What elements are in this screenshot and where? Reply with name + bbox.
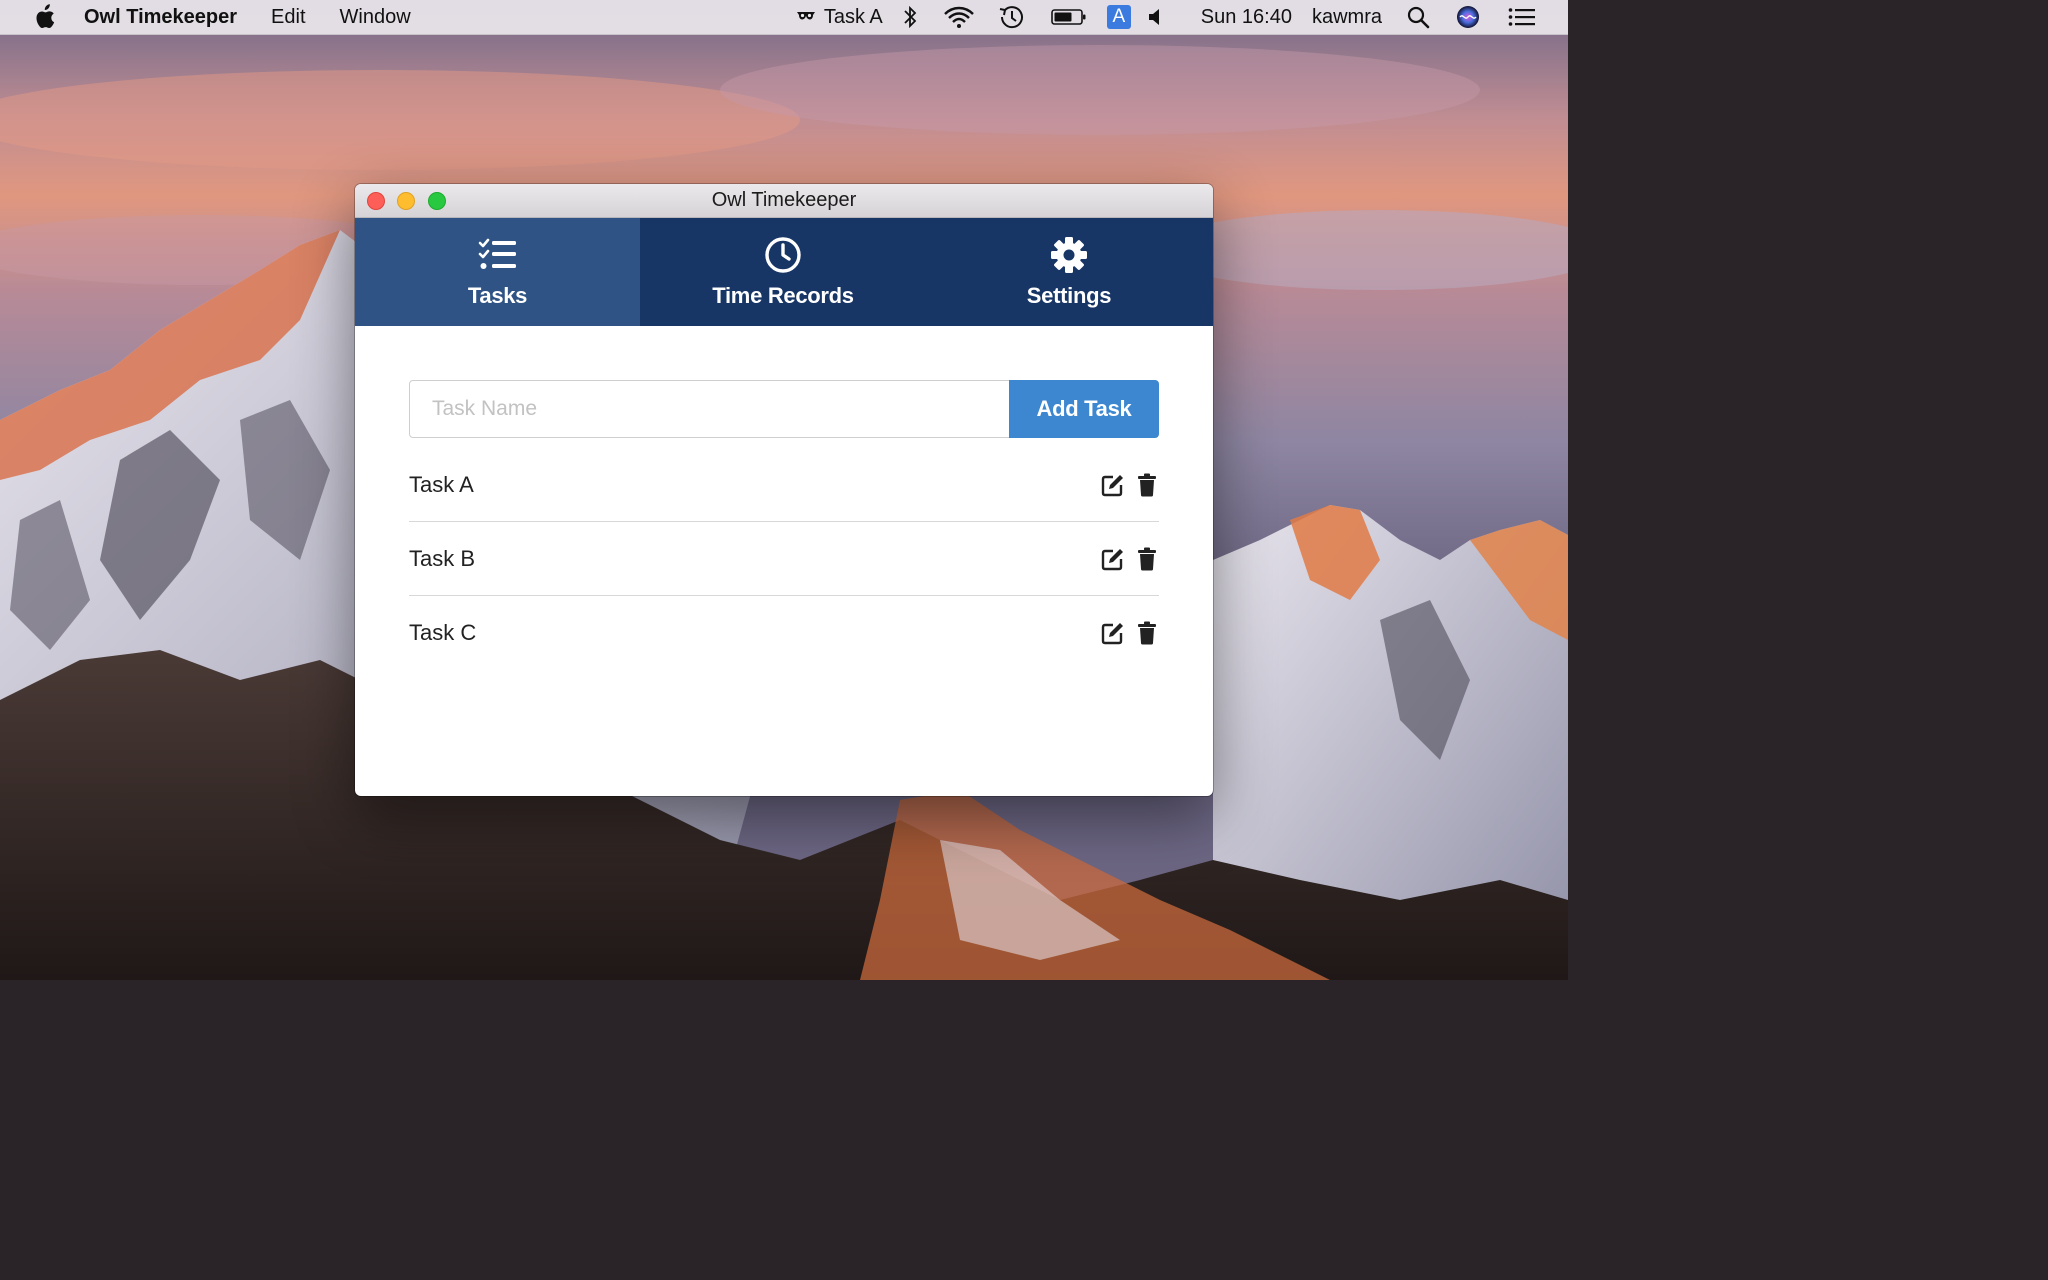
trash-icon[interactable] [1135,473,1159,497]
edit-icon[interactable] [1101,473,1125,497]
tab-time-records[interactable]: Time Records [640,218,926,326]
task-row: Task A [409,448,1159,522]
menu-window[interactable]: Window [340,6,411,29]
tab-bar: Tasks Time Records Settings [355,218,1213,326]
trash-icon[interactable] [1135,547,1159,571]
app-window: Owl Timekeeper Tasks Time Records Settin… [355,184,1213,796]
tab-tasks-label: Tasks [467,283,528,308]
add-task-button[interactable]: Add Task [1009,380,1159,438]
trash-icon[interactable] [1135,621,1159,645]
task-row: Task C [409,596,1159,669]
tab-time-records-label: Time Records [712,283,854,308]
task-name-input[interactable] [409,380,1009,438]
edit-icon[interactable] [1101,547,1125,571]
bluetooth-icon[interactable] [903,0,917,34]
tab-tasks[interactable]: Tasks [355,218,640,326]
task-row: Task B [409,522,1159,596]
menu-edit[interactable]: Edit [271,6,305,29]
battery-icon[interactable] [1050,0,1087,34]
time-machine-icon[interactable] [997,0,1025,34]
menu-app-name[interactable]: Owl Timekeeper [84,6,237,29]
wifi-icon[interactable] [943,0,975,34]
gear-icon [1050,235,1088,275]
task-name: Task A [409,471,474,497]
notification-center-icon[interactable] [1508,0,1536,34]
input-source-icon[interactable]: A [1106,0,1131,34]
status-current-task[interactable]: Task A [824,6,883,29]
tab-settings-label: Settings [1026,283,1112,308]
menubar-clock[interactable]: Sun 16:40 [1201,6,1292,29]
volume-icon[interactable] [1147,0,1165,34]
apple-menu-icon[interactable] [30,4,58,30]
spotlight-search-icon[interactable] [1406,0,1430,34]
tasks-panel: Add Task Task A [409,380,1159,669]
window-title: Owl Timekeeper [711,189,857,211]
task-name: Task B [409,545,476,571]
clock-icon [764,235,802,275]
edit-icon[interactable] [1101,621,1125,645]
menu-bar: Owl Timekeeper Edit Window Task A A Sun … [0,0,1568,35]
window-titlebar[interactable]: Owl Timekeeper [355,184,1213,218]
input-source-label: A [1106,5,1131,29]
task-name: Task C [409,619,477,645]
add-task-form: Add Task [409,380,1159,438]
siri-icon[interactable] [1456,0,1480,34]
tasks-list-icon [478,235,518,275]
owl-status-icon[interactable] [796,0,816,34]
task-list: Task A Task B Task C [409,448,1159,669]
tab-settings[interactable]: Settings [926,218,1212,326]
menubar-user[interactable]: kawmra [1312,6,1382,29]
